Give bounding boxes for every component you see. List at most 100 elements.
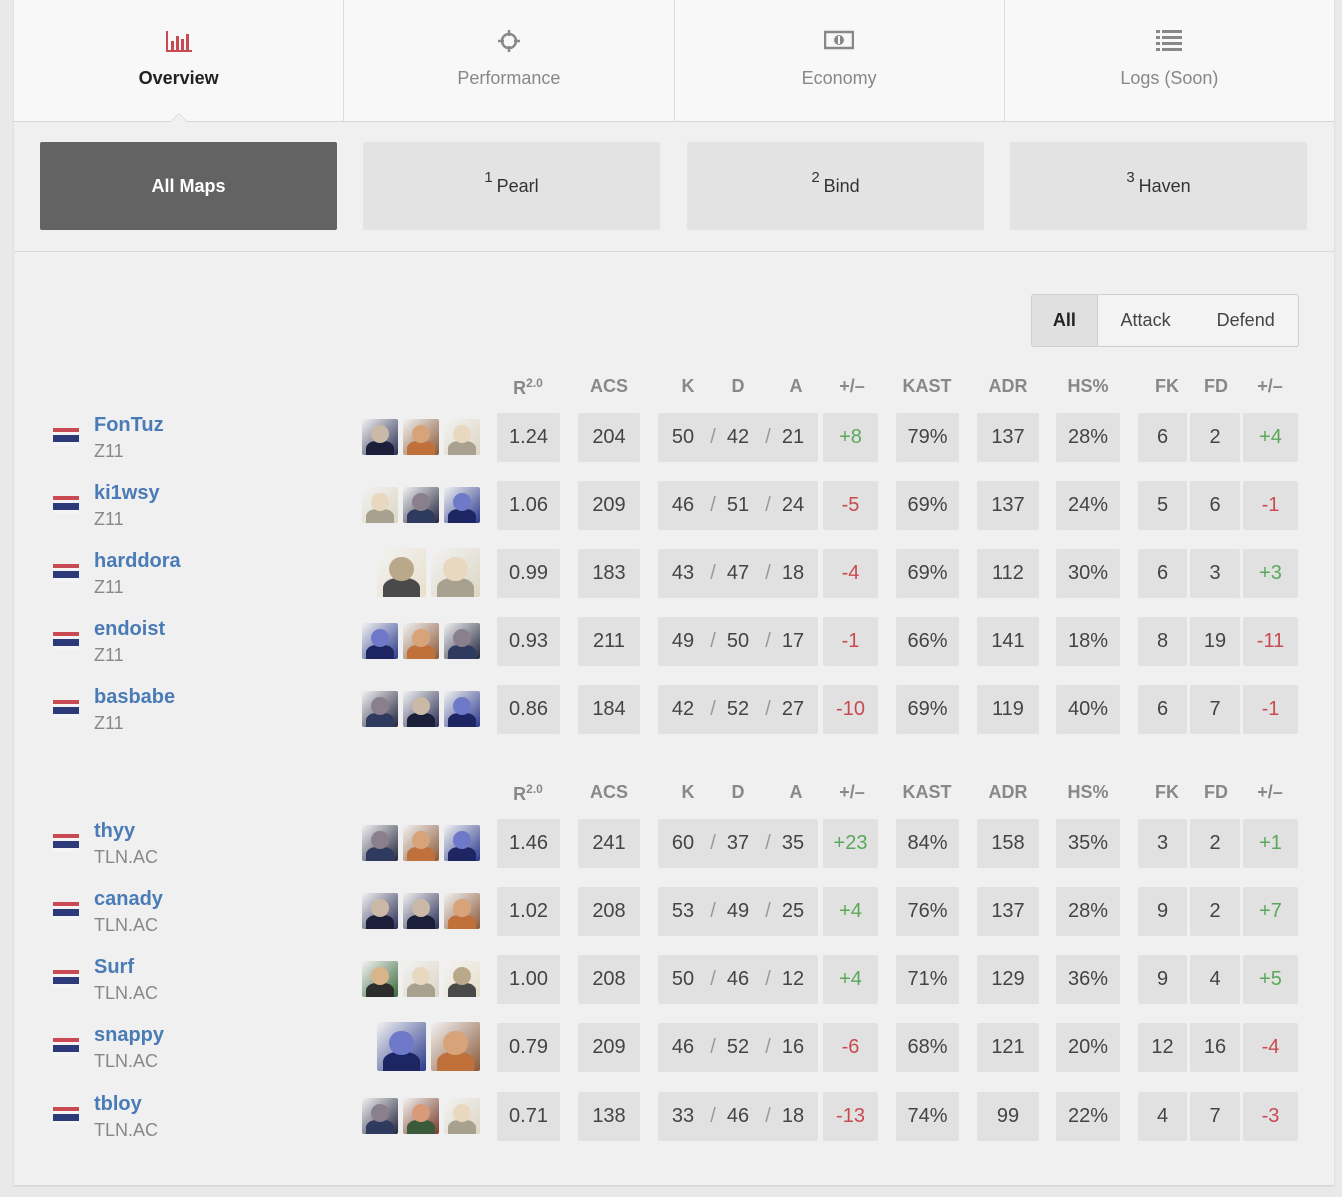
player-name-link[interactable]: endoist	[94, 618, 165, 641]
agent-portrait-icon	[444, 691, 480, 727]
header-first-deaths[interactable]: FD	[1204, 782, 1228, 803]
thailand-flag-icon	[53, 1038, 79, 1056]
agent-portrait-icon	[403, 961, 439, 997]
header-fk-diff[interactable]: +/–	[1257, 376, 1283, 397]
header-first-deaths[interactable]: FD	[1204, 376, 1228, 397]
map-all-button[interactable]: All Maps	[40, 142, 337, 230]
header-rating[interactable]: R2.0	[513, 782, 543, 805]
header-acs[interactable]: ACS	[590, 376, 628, 397]
stat-acs: 211	[578, 617, 640, 666]
agent-icons	[377, 1022, 480, 1071]
header-adr[interactable]: ADR	[989, 376, 1028, 397]
tab-performance[interactable]: Performance	[344, 0, 675, 121]
kda-separator: /	[765, 698, 771, 720]
stat-first-kills: 6	[1138, 413, 1187, 462]
agent-body	[407, 1120, 435, 1134]
kda-separator: /	[710, 1036, 716, 1058]
stat-hs: 40%	[1056, 685, 1120, 734]
stat-first-kills: 4	[1138, 1092, 1187, 1141]
map-bind-button[interactable]: 2 Bind	[687, 142, 984, 230]
header-kd-diff[interactable]: +/–	[839, 782, 865, 803]
player-name-link[interactable]: snappy	[94, 1024, 164, 1047]
header-rating[interactable]: R2.0	[513, 376, 543, 399]
player-name-link[interactable]: Surf	[94, 956, 134, 979]
agent-body	[366, 847, 394, 861]
agent-head	[443, 1030, 468, 1056]
player-name-link[interactable]: tbloy	[94, 1093, 142, 1116]
agent-portrait-icon	[444, 825, 480, 861]
header-kills[interactable]: K	[682, 782, 695, 803]
tab-economy[interactable]: Economy	[675, 0, 1005, 121]
header-first-kills[interactable]: FK	[1155, 376, 1179, 397]
map-haven-button[interactable]: 3 Haven	[1010, 142, 1307, 230]
player-name-link[interactable]: ki1wsy	[94, 482, 160, 505]
stat-hs: 24%	[1056, 481, 1120, 530]
tab-logs[interactable]: Logs (Soon)	[1005, 0, 1334, 121]
kda-separator: /	[765, 832, 771, 854]
player-name-link[interactable]: harddora	[94, 550, 181, 573]
stat-kills: 53	[671, 900, 695, 922]
player-team: Z11	[94, 509, 124, 529]
kda-separator: /	[765, 900, 771, 922]
stat-hs: 28%	[1056, 887, 1120, 936]
thailand-flag-icon	[53, 1107, 79, 1125]
header-deaths[interactable]: D	[732, 376, 745, 397]
header-assists[interactable]: A	[790, 782, 803, 803]
agent-body	[448, 1120, 476, 1134]
map-pearl-button[interactable]: 1 Pearl	[363, 142, 660, 230]
player-name-link[interactable]: thyy	[94, 820, 135, 843]
table-header: R2.0 ACS K D A +/– KAST ADR HS% FK FD +/–	[14, 376, 1334, 400]
stat-rating: 0.86	[497, 685, 560, 734]
kda-separator: /	[710, 832, 716, 854]
stat-kda: 33 / 46 / 18	[658, 1092, 818, 1141]
player-name-link[interactable]: canady	[94, 888, 163, 911]
header-kills[interactable]: K	[682, 376, 695, 397]
header-hs[interactable]: HS%	[1067, 376, 1108, 397]
header-first-kills[interactable]: FK	[1155, 782, 1179, 803]
agent-body	[366, 915, 394, 929]
side-defend-button[interactable]: Defend	[1193, 295, 1298, 346]
stat-fk-diff: +7	[1243, 887, 1298, 936]
header-assists[interactable]: A	[790, 376, 803, 397]
stat-fk-diff: -1	[1243, 685, 1298, 734]
agent-body	[448, 983, 476, 997]
player-name-link[interactable]: FonTuz	[94, 414, 164, 437]
stat-first-deaths: 2	[1190, 819, 1240, 868]
tab-label: Logs (Soon)	[1120, 68, 1219, 88]
agent-body	[407, 713, 435, 727]
stat-fk-diff: +5	[1243, 955, 1298, 1004]
stat-adr: 137	[977, 481, 1039, 530]
thailand-flag-icon	[53, 700, 79, 718]
stat-kd-diff: +8	[823, 413, 878, 462]
header-adr[interactable]: ADR	[989, 782, 1028, 803]
tab-label: Performance	[457, 68, 561, 88]
header-kast[interactable]: KAST	[903, 782, 952, 803]
stat-hs: 30%	[1056, 549, 1120, 598]
agent-body	[448, 509, 476, 523]
player-row: thyy TLN.AC 1.46 241 60 / 37 / 35 +23 84% 158 35% 3 2 +…	[14, 819, 1334, 869]
player-name-link[interactable]: basbabe	[94, 686, 175, 709]
player-row: FonTuz Z11 1.24 204 50 / 42 / 21 +8 79% 137 28% 6 2 +4	[14, 413, 1334, 463]
agent-body	[448, 915, 476, 929]
tab-overview[interactable]: Overview	[14, 0, 345, 122]
side-attack-button[interactable]: Attack	[1098, 295, 1194, 346]
player-row: Surf TLN.AC 1.00 208 50 / 46 / 12 +4 71% 129 36% 9 4 +5	[14, 955, 1334, 1005]
tab-label: Overview	[138, 68, 219, 88]
agent-icons	[362, 961, 480, 997]
stat-fk-diff: -3	[1243, 1092, 1298, 1141]
stat-kast: 68%	[896, 1023, 959, 1072]
side-all-button[interactable]: All	[1032, 295, 1098, 346]
agent-portrait-icon	[362, 419, 398, 455]
header-hs[interactable]: HS%	[1067, 782, 1108, 803]
stat-first-kills: 6	[1138, 685, 1187, 734]
map-number: 3	[1126, 169, 1135, 186]
agent-portrait-icon	[362, 623, 398, 659]
stat-kills: 46	[671, 1036, 695, 1058]
header-kast[interactable]: KAST	[903, 376, 952, 397]
header-acs[interactable]: ACS	[590, 782, 628, 803]
stat-rating: 1.06	[497, 481, 560, 530]
header-kd-diff[interactable]: +/–	[839, 376, 865, 397]
header-deaths[interactable]: D	[732, 782, 745, 803]
match-stats-card: Overview Performance Economy Logs (Soon)…	[14, 0, 1334, 1185]
header-fk-diff[interactable]: +/–	[1257, 782, 1283, 803]
